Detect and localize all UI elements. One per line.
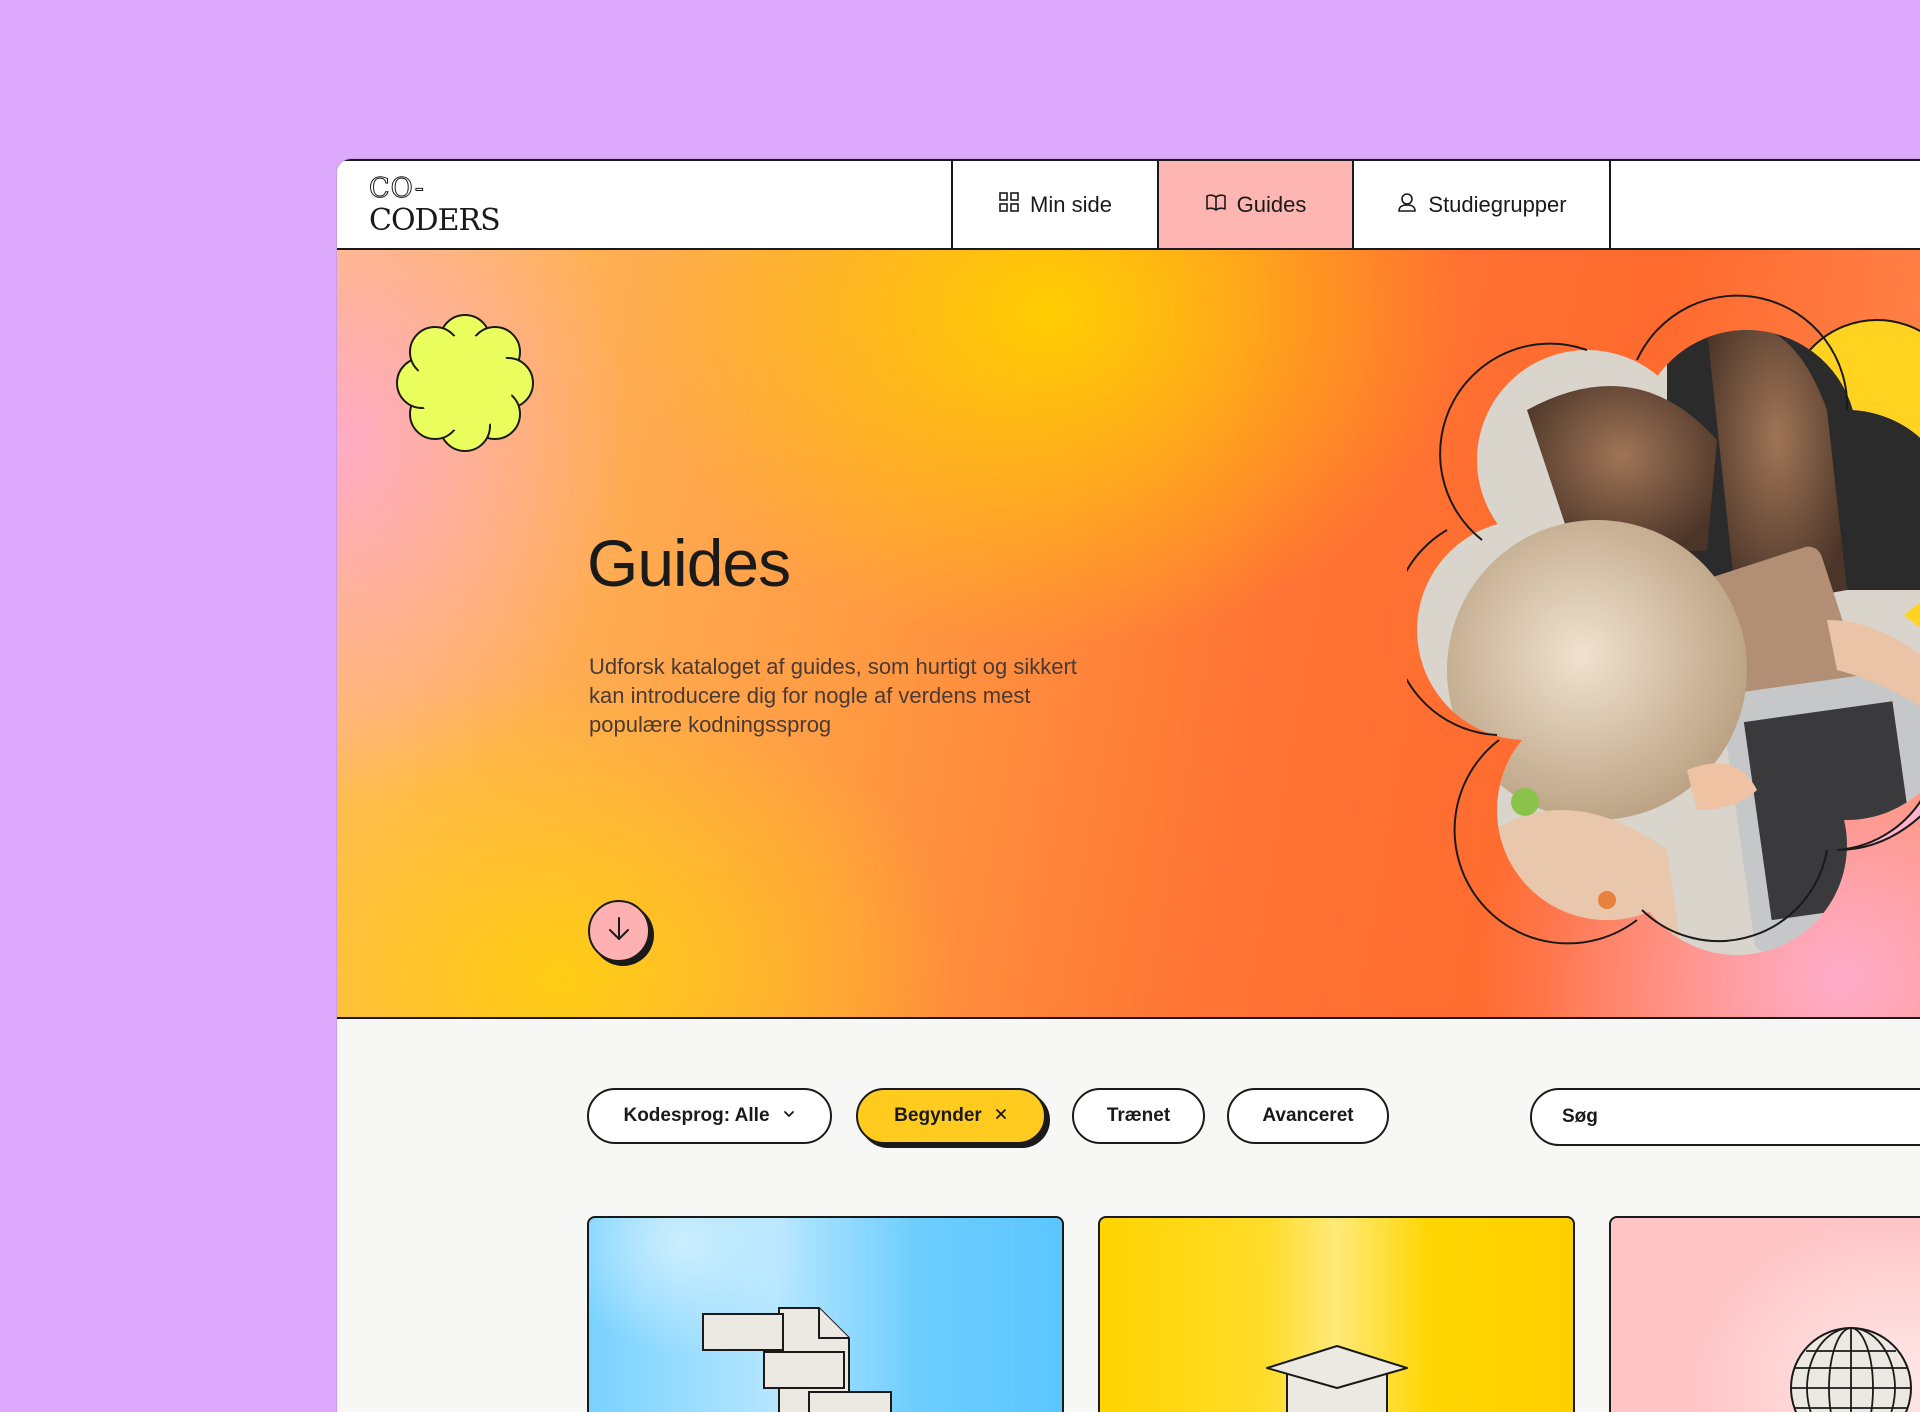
logo-co-text: CO-: [369, 173, 425, 205]
page-title: Guides: [587, 526, 791, 600]
close-icon[interactable]: [994, 1105, 1008, 1127]
book-icon: [1205, 191, 1227, 219]
page-description: Udforsk kataloget af guides, som hurtigt…: [589, 654, 1077, 737]
language-filter-label: Kodesprog: Alle: [623, 1105, 770, 1126]
filter-chip-traenet[interactable]: Trænet: [1072, 1088, 1205, 1144]
user-icon: [1396, 191, 1418, 219]
documents-icon: [702, 1307, 892, 1412]
nav-item-guides[interactable]: Guides: [1157, 161, 1352, 248]
filter-chip-label: Avanceret: [1262, 1105, 1354, 1126]
search-input[interactable]: [1530, 1088, 1920, 1146]
graduation-cap-icon: [1266, 1345, 1408, 1412]
nav-item-min-side[interactable]: Min side: [951, 161, 1157, 248]
nav-item-more[interactable]: [1609, 161, 1920, 248]
globe-icon: [1790, 1327, 1912, 1412]
nav-label: Guides: [1236, 191, 1307, 217]
guide-card[interactable]: [1609, 1216, 1920, 1412]
flower-decoration-icon: [396, 314, 534, 452]
grid-icon: [998, 191, 1020, 219]
hero-section: Guides Udforsk kataloget af guides, som …: [337, 250, 1920, 1019]
nav-label: Studiegrupper: [1428, 191, 1567, 217]
guide-card[interactable]: [587, 1216, 1064, 1412]
logo-coders-text: CODERS: [369, 203, 501, 238]
co-coders-logo[interactable]: CO- CODERS: [369, 173, 519, 241]
scroll-down-button[interactable]: [588, 900, 650, 962]
guide-card[interactable]: [1098, 1216, 1575, 1412]
nav-item-studiegrupper[interactable]: Studiegrupper: [1352, 161, 1609, 248]
nav-label: Min side: [1030, 191, 1112, 217]
top-navigation: CO- CODERS Min side Guides Studiegrupper: [337, 159, 1920, 250]
filter-chip-label: Begynder: [894, 1105, 982, 1126]
chevron-down-icon: [782, 1105, 796, 1127]
language-filter-dropdown[interactable]: Kodesprog: Alle: [587, 1088, 832, 1144]
filter-chip-label: Trænet: [1106, 1105, 1171, 1126]
filter-chip-begynder[interactable]: Begynder: [856, 1088, 1046, 1144]
arrow-down-icon: [604, 914, 634, 949]
browser-window: CO- CODERS Min side Guides Studiegrupper…: [337, 159, 1920, 1412]
students-photo: [1407, 294, 1920, 955]
filter-chip-avanceret[interactable]: Avanceret: [1227, 1088, 1389, 1144]
